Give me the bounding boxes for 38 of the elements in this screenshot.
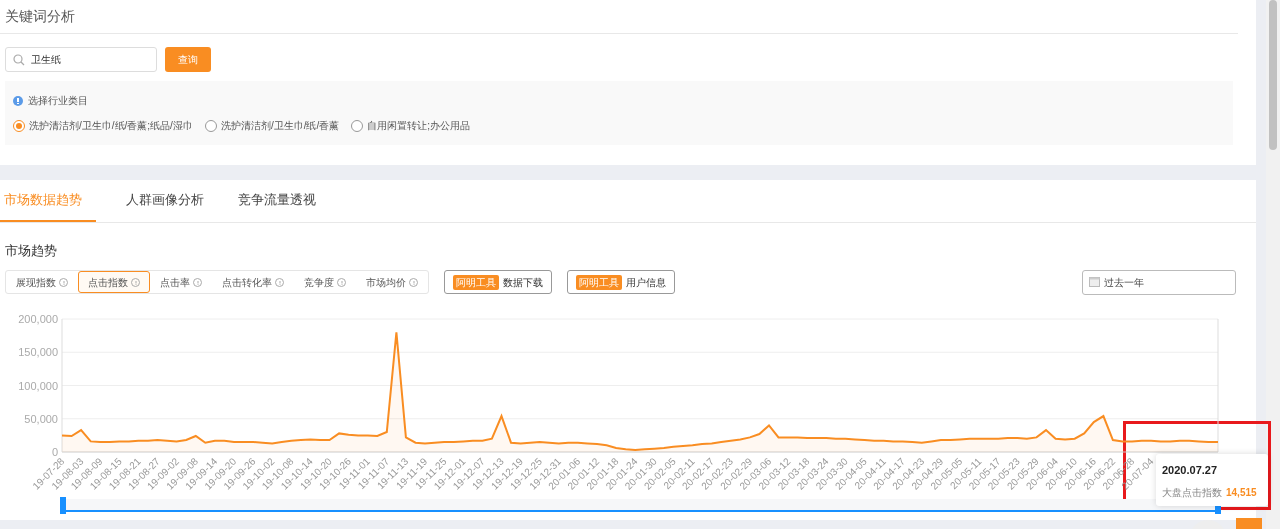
tool-badge: 阿明工具 — [453, 274, 499, 290]
tooltip-value: 14,515 — [1226, 485, 1257, 500]
search-icon — [13, 53, 25, 66]
axis-tick-label: 100,000 — [18, 379, 58, 391]
radio-button[interactable] — [13, 119, 25, 132]
tool-button-label: 数据下载 — [503, 275, 543, 290]
radio-label[interactable]: 洗护清洁剂/卫生巾/纸/香薰 — [220, 118, 340, 133]
section-title: 市场趋势 — [4, 242, 58, 260]
axis-tick-label: 50,000 — [24, 412, 58, 425]
page-title: 关键词分析 — [5, 7, 75, 26]
radio-button[interactable] — [204, 119, 217, 132]
tool-button-label: 用户信息 — [626, 275, 666, 290]
range-slider[interactable] — [60, 496, 1221, 514]
metric-tab[interactable]: 点击指数 — [78, 271, 150, 293]
tab[interactable]: 人群画像分析 — [122, 180, 208, 222]
axis-tick-label: 150,000 — [18, 345, 58, 358]
tab[interactable]: 竞争流量透视 — [234, 180, 320, 222]
scrollbar[interactable] — [1266, 0, 1280, 529]
axis-tick-label: 200,000 — [18, 312, 58, 325]
tooltip-label: 大盘点击指数 — [1162, 485, 1222, 500]
tool-button[interactable]: 阿明工具 用户信息 — [567, 270, 675, 294]
date-range-field[interactable]: 过去一年 — [1082, 269, 1236, 295]
metric-tab[interactable]: 竞争度 — [294, 271, 356, 293]
metric-tab[interactable]: 点击率 — [150, 271, 212, 293]
axis-tick-label: 0 — [51, 445, 58, 458]
tool-badge: 阿明工具 — [576, 274, 622, 290]
radio-label[interactable]: 洗护清洁剂/卫生巾/纸/香薰;纸品/湿巾 — [29, 118, 193, 133]
tool-button[interactable]: 阿明工具 数据下载 — [444, 270, 552, 294]
tooltip-date: 2020.07.27 — [1162, 463, 1219, 478]
info-icon — [13, 95, 23, 106]
radio-label[interactable]: 自用闲置转让;办公用品 — [367, 118, 471, 133]
metric-tab[interactable]: 展现指数 — [6, 271, 78, 293]
calendar-icon — [1089, 277, 1100, 287]
radio-button[interactable] — [351, 119, 364, 132]
metric-tab[interactable]: 点击转化率 — [212, 271, 294, 293]
search-field[interactable]: 卫生纸 — [5, 47, 157, 72]
category-label: 选择行业类目 — [28, 94, 88, 108]
metric-tab[interactable]: 市场均价 — [356, 271, 428, 293]
